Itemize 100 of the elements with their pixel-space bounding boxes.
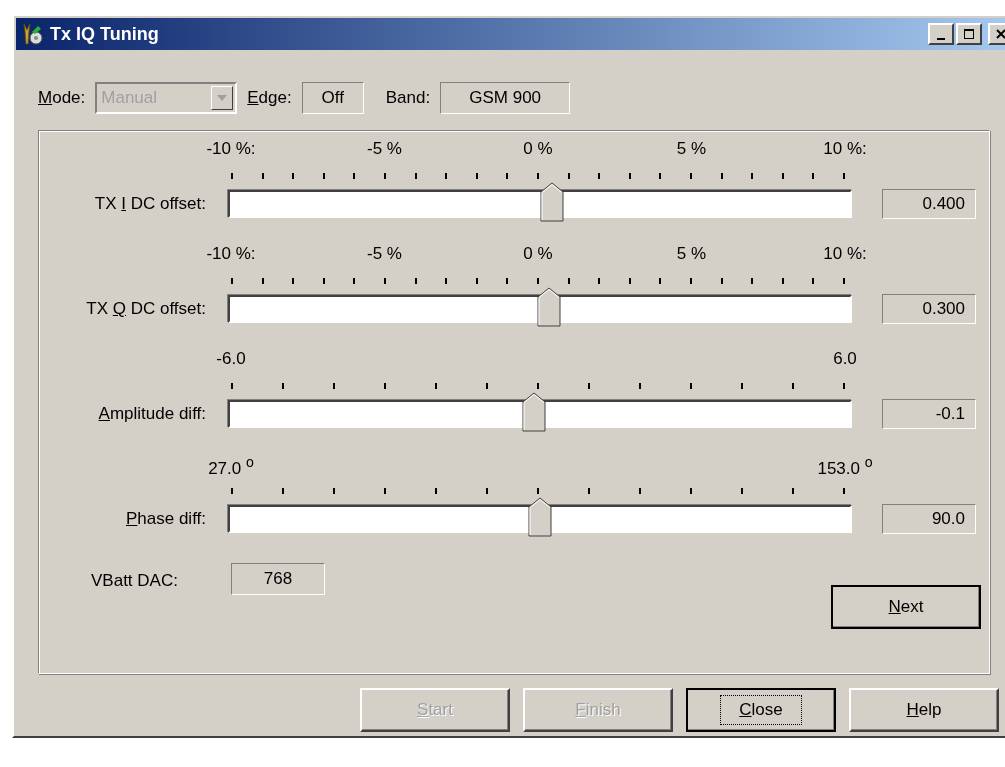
close-icon <box>995 28 1005 40</box>
tick-mark <box>231 278 233 284</box>
tick-mark <box>333 383 335 389</box>
slider-label: Phase diff: <box>124 509 206 529</box>
dialog-button[interactable]: Close <box>686 688 836 732</box>
tick-mark <box>690 383 692 389</box>
tick-mark <box>812 173 815 179</box>
tick-mark <box>333 488 335 494</box>
tick-mark <box>720 278 723 284</box>
slider-track[interactable] <box>228 295 852 323</box>
caret-icon <box>211 86 234 110</box>
tick-mark <box>536 278 539 284</box>
slider-label: TX I DC offset: <box>93 194 206 214</box>
app-icon <box>20 22 44 46</box>
slider-track[interactable] <box>228 190 852 218</box>
tick-mark <box>659 278 662 284</box>
tick-mark <box>486 488 488 494</box>
tick-mark <box>659 173 662 179</box>
tick-mark <box>445 278 448 284</box>
scale-label: 5 % <box>676 139 707 159</box>
tick-mark <box>231 173 233 179</box>
scale-label: 27.0 $^{o}$ <box>208 454 254 479</box>
scale-label: 5 % <box>676 244 707 264</box>
tick-mark <box>689 173 692 179</box>
tick-mark <box>486 383 488 389</box>
tick-mark <box>792 488 794 494</box>
tick-mark <box>383 173 386 179</box>
value-field: -0.1 <box>882 399 976 429</box>
tick-mark <box>506 278 509 284</box>
slider-thumb[interactable] <box>521 392 546 432</box>
slider-thumb[interactable] <box>540 182 565 222</box>
tick-mark <box>282 383 284 389</box>
scale-label: -10 %: <box>206 244 256 264</box>
tick-mark <box>741 488 743 494</box>
value-field: 0.400 <box>882 189 976 219</box>
edge-label: Edge: <box>247 88 292 108</box>
tick-mark <box>588 488 590 494</box>
tick-mark <box>741 383 743 389</box>
tick-mark <box>536 173 539 179</box>
scale-label: 0 % <box>523 139 553 159</box>
value-field: 90.0 <box>882 504 976 534</box>
scale-label: -6.0 <box>216 349 246 369</box>
scale-label: 10 %: <box>823 139 867 159</box>
tick-mark <box>567 278 570 284</box>
tick-mark <box>843 488 845 494</box>
tick-mark <box>231 383 233 389</box>
minimize-button[interactable] <box>928 23 954 45</box>
tick-mark <box>720 173 723 179</box>
tick-mark <box>383 278 386 284</box>
band-label: Band: <box>385 88 431 108</box>
slider-track[interactable] <box>228 505 852 533</box>
tick-mark <box>781 278 784 284</box>
tick-mark <box>751 173 754 179</box>
tick-mark <box>639 383 641 389</box>
tick-mark <box>537 383 539 389</box>
next-button[interactable]: Next <box>831 585 981 629</box>
slider-thumb[interactable] <box>537 287 562 327</box>
tick-mark <box>792 383 794 389</box>
scale-label: -5 % <box>367 244 402 264</box>
scale-label: 10 %: <box>823 244 867 264</box>
tick-mark <box>628 278 631 284</box>
tick-mark <box>781 173 784 179</box>
tick-mark <box>261 278 264 284</box>
tick-mark <box>261 173 264 179</box>
maximize-icon <box>963 28 975 40</box>
tick-mark <box>414 278 417 284</box>
band-value: GSM 900 <box>440 82 571 114</box>
maximize-button[interactable] <box>956 23 982 45</box>
slider-label: Amplitude diff: <box>97 404 206 424</box>
mode-label: Mode: <box>38 88 86 108</box>
scale-label: 6.0 <box>833 349 857 369</box>
tick-mark <box>384 488 386 494</box>
minimize-icon <box>937 38 945 40</box>
scale-label: 0 % <box>523 244 553 264</box>
tick-mark <box>843 383 845 389</box>
tick-mark <box>475 173 478 179</box>
tick-mark <box>690 488 692 494</box>
tick-mark <box>751 278 754 284</box>
slider-thumb[interactable] <box>528 497 552 537</box>
scale-label: -10 %: <box>206 139 256 159</box>
tick-mark <box>445 173 448 179</box>
scale-label: 153.0 $^{o}$ <box>817 454 873 479</box>
tick-mark <box>353 278 356 284</box>
tick-mark <box>435 488 437 494</box>
tick-mark <box>588 383 590 389</box>
tick-mark <box>506 173 509 179</box>
value-field: 0.300 <box>882 294 976 324</box>
dialog-button[interactable]: Help <box>849 688 999 732</box>
tick-mark <box>812 278 815 284</box>
edge-value: Off <box>301 82 364 114</box>
tick-mark <box>292 278 295 284</box>
slider-track[interactable] <box>228 400 852 428</box>
tick-mark <box>322 278 325 284</box>
tick-mark <box>282 488 284 494</box>
window-title: Tx IQ Tuning <box>50 23 160 45</box>
tick-mark <box>414 173 417 179</box>
tick-mark <box>231 488 233 494</box>
vbatt-label: VBatt DAC: <box>91 571 179 591</box>
tick-mark <box>598 173 601 179</box>
tick-mark <box>384 383 386 389</box>
